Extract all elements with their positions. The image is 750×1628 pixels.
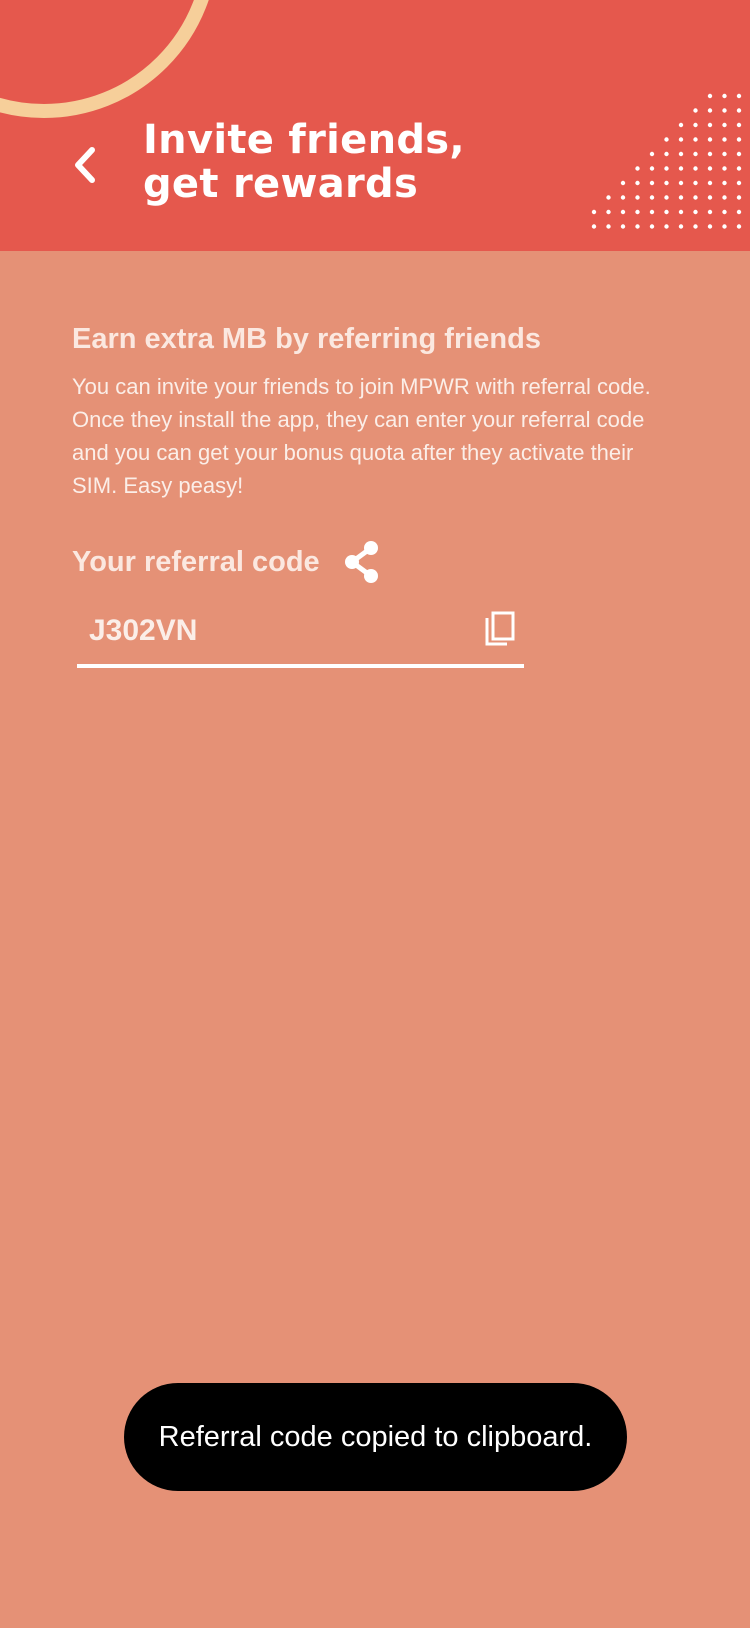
pattern-dot bbox=[736, 122, 742, 128]
pattern-dot bbox=[678, 166, 684, 171]
pattern-dot bbox=[649, 195, 655, 200]
pattern-dot bbox=[620, 224, 626, 229]
copy-button[interactable] bbox=[480, 608, 520, 650]
pattern-dot bbox=[620, 195, 626, 200]
section-heading: Earn extra MB by referring friends bbox=[72, 323, 541, 355]
share-button[interactable] bbox=[342, 540, 382, 584]
pattern-dot bbox=[707, 180, 713, 186]
pattern-dot bbox=[707, 122, 713, 128]
pattern-dot bbox=[649, 166, 655, 171]
pattern-dot bbox=[664, 195, 669, 200]
pattern-dot bbox=[678, 180, 684, 186]
pattern-dot bbox=[620, 180, 626, 186]
pattern-dot bbox=[591, 209, 597, 215]
pattern-dot bbox=[722, 122, 727, 128]
header: Invite friends, get rewards bbox=[0, 0, 750, 251]
pattern-dot bbox=[736, 151, 742, 157]
pattern-dot bbox=[635, 209, 640, 215]
pattern-dot bbox=[664, 151, 669, 157]
referral-code-label-row: Your referral code bbox=[72, 540, 382, 584]
pattern-dot bbox=[649, 180, 655, 186]
pattern-dot bbox=[736, 195, 742, 200]
pattern-dot bbox=[722, 108, 727, 113]
pattern-dot bbox=[707, 224, 713, 229]
referral-code-value: J302VN bbox=[89, 614, 198, 647]
pattern-dot bbox=[707, 93, 713, 99]
pattern-dot bbox=[664, 209, 669, 215]
pattern-dot bbox=[693, 180, 698, 186]
pattern-dot bbox=[722, 166, 727, 171]
pattern-dot bbox=[678, 195, 684, 200]
pattern-dot bbox=[736, 137, 742, 142]
pattern-dot bbox=[707, 166, 713, 171]
pattern-dot bbox=[722, 137, 727, 142]
pattern-dot bbox=[620, 209, 626, 215]
toast-message: Referral code copied to clipboard. bbox=[158, 1421, 593, 1453]
pattern-dot bbox=[606, 209, 611, 215]
pattern-dot bbox=[664, 224, 669, 229]
pattern-dot bbox=[649, 151, 655, 157]
pattern-dot bbox=[722, 151, 727, 157]
pattern-dot bbox=[635, 180, 640, 186]
referral-description: You can invite your friends to join MPWR… bbox=[72, 374, 651, 498]
dot-pattern bbox=[591, 93, 742, 229]
pattern-dot bbox=[635, 166, 640, 171]
copy-icon bbox=[485, 611, 515, 646]
pattern-dot bbox=[736, 209, 742, 215]
pattern-dot bbox=[722, 93, 727, 99]
pattern-dot bbox=[664, 137, 669, 142]
pattern-dot bbox=[693, 166, 698, 171]
page-title: Invite friends, get rewards bbox=[143, 118, 465, 206]
pattern-dot bbox=[707, 108, 713, 113]
pattern-dot bbox=[606, 224, 611, 229]
pattern-dot bbox=[736, 180, 742, 186]
pattern-dot bbox=[693, 209, 698, 215]
referral-code-field: J302VN bbox=[77, 604, 524, 668]
pattern-dot bbox=[635, 195, 640, 200]
main-content: Earn extra MB by referring friends You c… bbox=[72, 318, 652, 502]
pattern-dot bbox=[707, 151, 713, 157]
pattern-dot bbox=[722, 180, 727, 186]
page-title-line-2: get rewards bbox=[143, 161, 419, 207]
toast-notification: Referral code copied to clipboard. bbox=[124, 1383, 627, 1491]
pattern-dot bbox=[736, 93, 742, 99]
pattern-dot bbox=[693, 108, 698, 113]
pattern-dot bbox=[736, 224, 742, 229]
referral-code-label: Your referral code bbox=[72, 546, 320, 578]
share-icon bbox=[344, 541, 378, 583]
pattern-dot bbox=[707, 195, 713, 200]
pattern-dot bbox=[707, 137, 713, 142]
pattern-dot bbox=[678, 209, 684, 215]
pattern-dot bbox=[722, 209, 727, 215]
pattern-dot bbox=[649, 224, 655, 229]
page-title-line-1: Invite friends, bbox=[143, 117, 465, 163]
pattern-dot bbox=[693, 195, 698, 200]
chevron-left-icon bbox=[75, 147, 95, 183]
pattern-dot bbox=[664, 180, 669, 186]
pattern-dot bbox=[678, 224, 684, 229]
pattern-dot bbox=[693, 151, 698, 157]
pattern-dot bbox=[693, 137, 698, 142]
pattern-dot bbox=[693, 122, 698, 128]
pattern-dot bbox=[736, 108, 742, 113]
pattern-dot bbox=[707, 209, 713, 215]
pattern-dot bbox=[693, 224, 698, 229]
pattern-dot bbox=[736, 166, 742, 171]
pattern-dot bbox=[606, 195, 611, 200]
pattern-dot bbox=[591, 224, 597, 229]
pattern-dot bbox=[635, 224, 640, 229]
pattern-dot bbox=[649, 209, 655, 215]
back-button[interactable] bbox=[62, 140, 112, 190]
pattern-dot bbox=[722, 224, 727, 229]
pattern-dot bbox=[678, 151, 684, 157]
pattern-dot bbox=[664, 166, 669, 171]
pattern-dot bbox=[678, 137, 684, 142]
pattern-dot bbox=[678, 122, 684, 128]
pattern-dot bbox=[722, 195, 727, 200]
decorative-ring bbox=[0, 0, 218, 118]
